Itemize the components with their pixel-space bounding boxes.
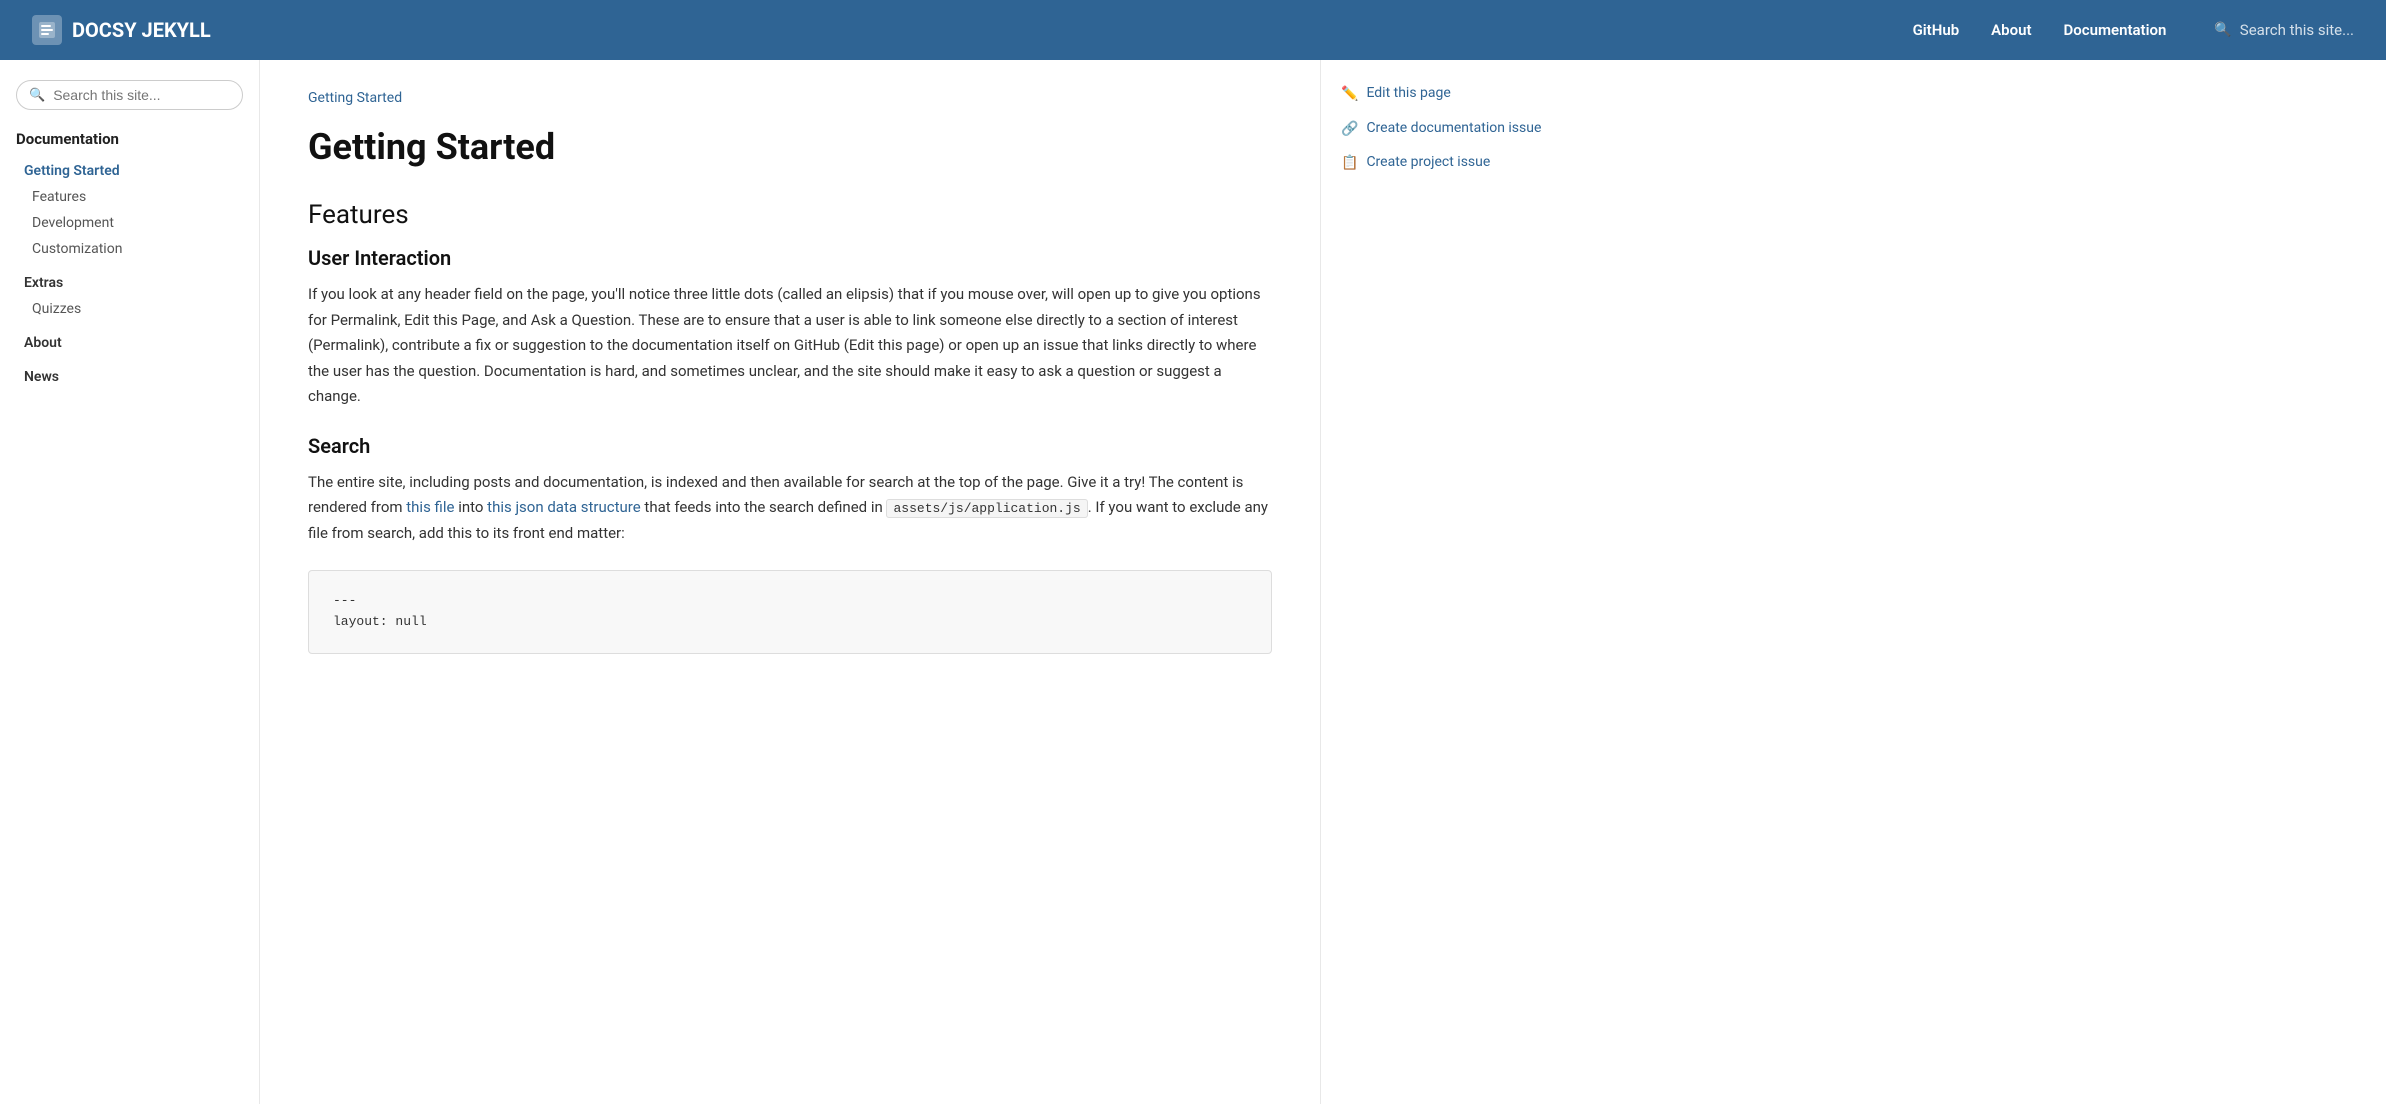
create-doc-issue-label: Create documentation issue	[1366, 119, 1541, 139]
user-interaction-paragraph: If you look at any header field on the p…	[308, 282, 1272, 410]
topnav: DOCSY JEKYLL GitHub About Documentation …	[0, 0, 2386, 60]
edit-page-link[interactable]: ✏️ Edit this page	[1341, 84, 1560, 105]
breadcrumb[interactable]: Getting Started	[308, 90, 1272, 106]
documentation-link[interactable]: Documentation	[2064, 21, 2167, 39]
github-link[interactable]: GitHub	[1913, 21, 1960, 39]
list-icon: 📋	[1341, 154, 1358, 174]
subsection-search-heading: Search	[308, 434, 1272, 458]
logo-text: DOCSY JEKYLL	[72, 18, 211, 42]
search-text-after: that feeds into the search defined in	[641, 498, 887, 516]
search-placeholder-text: Search this site...	[2240, 21, 2354, 39]
edit-page-label: Edit this page	[1366, 84, 1450, 104]
code-block: --- layout: null	[308, 570, 1272, 654]
create-project-issue-link[interactable]: 📋 Create project issue	[1341, 153, 1560, 174]
right-sidebar: ✏️ Edit this page 🔗 Create documentation…	[1320, 60, 1580, 1104]
github-circle-icon: 🔗	[1341, 120, 1358, 140]
sidebar-search-input[interactable]	[53, 87, 230, 103]
page-layout: 🔍 Documentation Getting Started Features…	[0, 60, 2386, 1104]
search-text-middle: into	[454, 498, 487, 516]
logo-icon	[32, 15, 62, 45]
page-title: Getting Started	[308, 126, 1272, 168]
search-paragraph: The entire site, including posts and doc…	[308, 470, 1272, 547]
section-features-heading: Features	[308, 200, 1272, 230]
sidebar-item-development[interactable]: Development	[16, 210, 243, 236]
about-link[interactable]: About	[1991, 21, 2031, 39]
code-block-content: --- layout: null	[333, 591, 1247, 633]
sidebar-item-extras[interactable]: Extras	[16, 270, 243, 296]
sidebar-search-icon: 🔍	[29, 88, 45, 103]
search-icon: 🔍	[2214, 22, 2231, 38]
sidebar-item-quizzes[interactable]: Quizzes	[16, 296, 243, 322]
create-project-issue-label: Create project issue	[1366, 153, 1490, 173]
sidebar-item-customization[interactable]: Customization	[16, 236, 243, 262]
sidebar-item-about[interactable]: About	[16, 330, 243, 356]
subsection-user-interaction-heading: User Interaction	[308, 246, 1272, 270]
sidebar-item-getting-started[interactable]: Getting Started	[16, 158, 243, 184]
create-doc-issue-link[interactable]: 🔗 Create documentation issue	[1341, 119, 1560, 140]
code-inline-assets: assets/js/application.js	[886, 499, 1087, 518]
json-data-link[interactable]: this json data structure	[487, 498, 641, 516]
this-file-link[interactable]: this file	[406, 498, 454, 516]
sidebar-section-title: Documentation	[16, 130, 243, 148]
left-sidebar: 🔍 Documentation Getting Started Features…	[0, 60, 260, 1104]
nav-links: GitHub About Documentation 🔍 Search this…	[1913, 21, 2354, 39]
topnav-search[interactable]: 🔍 Search this site...	[2214, 21, 2354, 39]
main-content: Getting Started Getting Started Features…	[260, 60, 1320, 1104]
sidebar-search-box[interactable]: 🔍	[16, 80, 243, 110]
sidebar-item-features[interactable]: Features	[16, 184, 243, 210]
sidebar-item-news[interactable]: News	[16, 364, 243, 390]
edit-icon: ✏️	[1341, 85, 1358, 105]
site-logo[interactable]: DOCSY JEKYLL	[32, 15, 211, 45]
